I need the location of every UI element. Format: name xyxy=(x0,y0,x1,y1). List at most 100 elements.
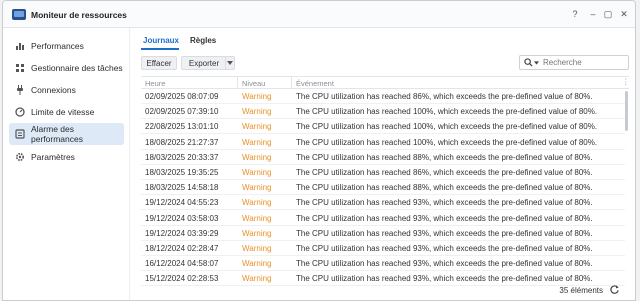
monitor-app-icon xyxy=(12,9,26,20)
active-tab-indicator xyxy=(141,48,179,50)
cell-level: Warning xyxy=(242,168,272,177)
search-dropdown-icon xyxy=(534,60,539,65)
tab-rules[interactable]: Règles xyxy=(190,36,216,45)
cell-time: 18/03/2025 20:33:37 xyxy=(145,152,219,162)
sidebar-item-task-manager[interactable]: Gestionnaire des tâches xyxy=(9,61,124,75)
column-options-icon[interactable]: ⋮ xyxy=(622,77,630,86)
cell-event: The CPU utilization has reached 100%, wh… xyxy=(296,107,598,117)
table-row[interactable]: 19/12/2024 03:58:03 Warning The CPU utiliz… xyxy=(141,211,625,226)
cell-event: The CPU utilization has reached 93%, whi… xyxy=(296,244,593,253)
sidebar-item-speed-limit[interactable]: Limite de vitesse xyxy=(9,105,124,119)
cell-time: 19/12/2024 04:55:23 xyxy=(145,198,219,208)
task-icon xyxy=(15,63,25,73)
export-button[interactable]: Exporter xyxy=(181,56,226,70)
table-scrollbar[interactable] xyxy=(625,89,629,287)
gear-icon xyxy=(15,152,25,162)
cell-level: Warning xyxy=(242,274,272,284)
sidebar-item-label: Paramètres xyxy=(31,152,75,162)
sidebar-item-settings[interactable]: Paramètres xyxy=(9,150,124,164)
table-row[interactable]: 22/08/2025 13:01:10 Warning The CPU utiliz… xyxy=(141,119,625,135)
table-row[interactable]: 19/12/2024 03:39:29 Warning The CPU utiliz… xyxy=(141,226,625,241)
cell-time: 18/03/2025 19:35:25 xyxy=(145,168,219,177)
sidebar-item-label: Connexions xyxy=(31,85,76,95)
item-count: 35 éléments xyxy=(559,286,603,295)
cell-level: Warning xyxy=(242,92,272,101)
table-row[interactable]: 19/12/2024 04:55:23 Warning The CPU utiliz… xyxy=(141,195,625,211)
close-button[interactable]: ✕ xyxy=(617,7,631,21)
help-button[interactable]: ? xyxy=(568,7,582,21)
clear-button[interactable]: Effacer xyxy=(141,56,177,70)
cell-level: Warning xyxy=(242,137,272,147)
cell-time: 18/12/2024 02:28:47 xyxy=(145,244,219,253)
cell-level: Warning xyxy=(242,244,272,253)
gauge-icon xyxy=(15,107,25,117)
sidebar-item-performance-alarm[interactable]: Alarme des performances xyxy=(9,123,124,145)
cell-event: The CPU utilization has reached 93%, whi… xyxy=(296,213,593,223)
cell-event: The CPU utilization has reached 86%, whi… xyxy=(296,168,593,177)
export-dropdown-button[interactable] xyxy=(225,56,235,70)
cell-time: 02/09/2025 08:07:09 xyxy=(145,92,219,101)
tab-logs[interactable]: Journaux xyxy=(143,36,179,45)
scrollbar-thumb[interactable] xyxy=(625,91,628,131)
cell-time: 18/08/2025 21:27:37 xyxy=(145,137,219,147)
title-bar[interactable]: Moniteur de ressources ? – ▢ ✕ xyxy=(3,1,635,28)
cell-time: 19/12/2024 03:58:03 xyxy=(145,213,219,223)
alarm-icon xyxy=(15,129,25,139)
cell-event: The CPU utilization has reached 88%, whi… xyxy=(296,152,593,162)
refresh-icon xyxy=(610,285,619,294)
search-icon xyxy=(524,58,533,67)
column-separator xyxy=(291,77,292,89)
sidebar-item-label: Alarme des performances xyxy=(31,124,83,144)
cell-event: The CPU utilization has reached 88%, whi… xyxy=(296,183,593,193)
cell-event: The CPU utilization has reached 100%, wh… xyxy=(296,137,598,147)
cell-level: Warning xyxy=(242,259,272,269)
cell-level: Warning xyxy=(242,213,272,223)
cell-level: Warning xyxy=(242,152,272,162)
cell-level: Warning xyxy=(242,107,272,117)
cell-level: Warning xyxy=(242,183,272,193)
table-footer: 35 éléments xyxy=(131,284,635,300)
minimize-button[interactable]: – xyxy=(586,7,600,21)
cell-time: 16/12/2024 04:58:07 xyxy=(145,259,219,269)
column-header-event[interactable]: Événement xyxy=(296,79,334,88)
cell-time: 19/12/2024 03:39:29 xyxy=(145,228,219,238)
table-row[interactable]: 18/03/2025 20:33:37 Warning The CPU utiliz… xyxy=(141,150,625,165)
plug-icon xyxy=(15,85,25,95)
window-title: Moniteur de ressources xyxy=(31,10,127,20)
cell-level: Warning xyxy=(242,198,272,208)
column-header-time[interactable]: Heure xyxy=(145,79,165,88)
cell-level: Warning xyxy=(242,122,272,132)
search-box[interactable] xyxy=(519,55,629,70)
log-table-body: 02/09/2025 08:07:09 Warning The CPU utiliz… xyxy=(141,89,625,287)
cell-event: The CPU utilization has reached 86%, whi… xyxy=(296,92,593,101)
cell-time: 02/09/2025 07:39:10 xyxy=(145,107,219,117)
search-input[interactable] xyxy=(543,58,623,67)
sidebar: Performances Gestionnaire des tâches Con… xyxy=(3,28,130,300)
table-row[interactable]: 18/08/2025 21:27:37 Warning The CPU utiliz… xyxy=(141,135,625,150)
cell-time: 15/12/2024 02:28:53 xyxy=(145,274,219,284)
table-row[interactable]: 02/09/2025 08:07:09 Warning The CPU utiliz… xyxy=(141,89,625,104)
cell-event: The CPU utilization has reached 93%, whi… xyxy=(296,228,593,238)
cell-event: The CPU utilization has reached 93%, whi… xyxy=(296,274,593,284)
table-row[interactable]: 18/03/2025 14:58:18 Warning The CPU utiliz… xyxy=(141,180,625,196)
maximize-button[interactable]: ▢ xyxy=(601,7,615,21)
chevron-down-icon xyxy=(227,61,233,65)
sidebar-item-label: Gestionnaire des tâches xyxy=(31,63,123,73)
sidebar-item-connections[interactable]: Connexions xyxy=(9,83,124,97)
sidebar-item-label: Limite de vitesse xyxy=(31,107,95,117)
cell-level: Warning xyxy=(242,228,272,238)
refresh-button[interactable] xyxy=(609,284,621,296)
resource-monitor-window: Moniteur de ressources ? – ▢ ✕ Performan… xyxy=(2,0,636,301)
table-row[interactable]: 18/03/2025 19:35:25 Warning The CPU utiliz… xyxy=(141,165,625,180)
table-row[interactable]: 02/09/2025 07:39:10 Warning The CPU utiliz… xyxy=(141,104,625,120)
main-panel: Journaux Règles Effacer Exporter Heure N… xyxy=(131,28,635,300)
cell-time: 18/03/2025 14:58:18 xyxy=(145,183,219,193)
sidebar-item-label: Performances xyxy=(31,41,84,51)
chart-icon xyxy=(15,41,25,51)
sidebar-item-performances[interactable]: Performances xyxy=(9,39,124,53)
column-header-level[interactable]: Niveau xyxy=(242,79,265,88)
table-row[interactable]: 18/12/2024 02:28:47 Warning The CPU utiliz… xyxy=(141,241,625,256)
cell-event: The CPU utilization has reached 93%, whi… xyxy=(296,259,593,269)
table-row[interactable]: 16/12/2024 04:58:07 Warning The CPU utiliz… xyxy=(141,256,625,272)
cell-event: The CPU utilization has reached 93%, whi… xyxy=(296,198,593,208)
